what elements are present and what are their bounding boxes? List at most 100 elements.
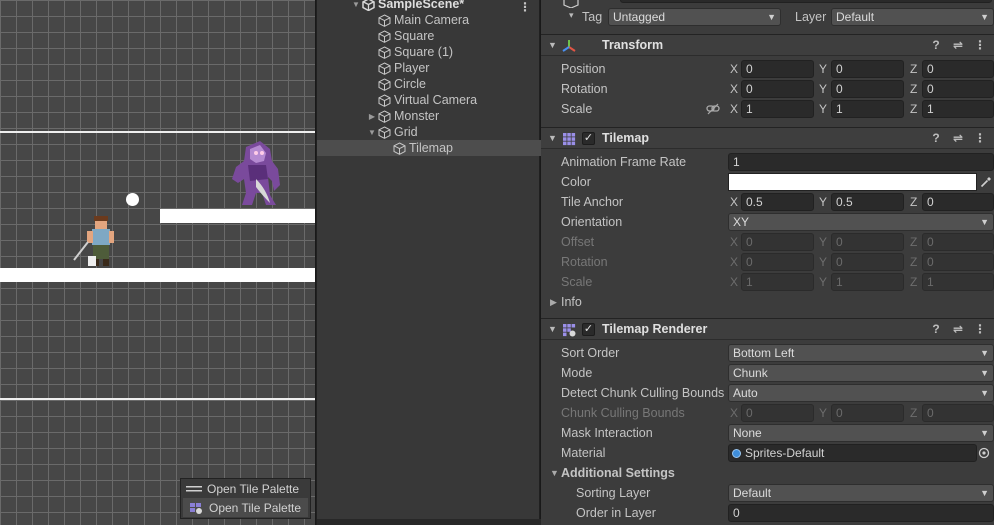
tile-anchor-label: Tile Anchor [561, 195, 624, 209]
order-in-layer-field[interactable]: 0 [728, 504, 994, 522]
expand-arrow-icon[interactable]: ▶ [550, 297, 557, 308]
tilemap-header[interactable]: ▼ ✓ Tilemap ? ⇌ ⋮ [541, 127, 994, 149]
rotation-z-field[interactable]: 0 [922, 80, 994, 98]
monster-sprite[interactable] [226, 139, 286, 209]
chevron-down-icon: ▼ [980, 217, 989, 227]
player-sprite[interactable] [70, 214, 120, 270]
hierarchy-item-label: Player [394, 61, 430, 75]
position-z-field[interactable]: 0 [922, 60, 994, 78]
order-in-layer-label: Order in Layer [576, 506, 656, 520]
expand-arrow-icon[interactable]: ▶ [367, 112, 377, 121]
color-swatch[interactable] [728, 173, 977, 191]
collapse-arrow-icon[interactable]: ▼ [548, 133, 557, 143]
camera-bound-line [0, 398, 315, 400]
panel-divider [317, 519, 541, 525]
help-icon[interactable]: ? [930, 38, 942, 52]
mode-dropdown[interactable]: Chunk ▼ [728, 364, 994, 382]
sort-order-dropdown[interactable]: Bottom Left ▼ [728, 344, 994, 362]
collapse-arrow-icon[interactable]: ▼ [548, 40, 557, 50]
preset-sliders-icon[interactable]: ⇌ [952, 38, 964, 52]
scene-root[interactable]: ▼ SampleScene* [351, 0, 541, 12]
tile-anchor-y-field[interactable]: 0.5 [831, 193, 904, 211]
collapse-arrow-icon[interactable]: ▼ [367, 128, 377, 137]
tile-anchor-x-field[interactable]: 0.5 [741, 193, 814, 211]
tile-palette-overlay[interactable]: Open Tile Palette Open Tile Palette [180, 478, 311, 519]
material-field[interactable]: Sprites-Default [728, 444, 977, 462]
constrain-proportions-link-icon[interactable] [706, 103, 720, 115]
hierarchy-item-label: Grid [394, 125, 418, 139]
axis-x-label: X [730, 102, 739, 116]
tilemap-renderer-header[interactable]: ▼ ✓ Tilemap Renderer ? ⇌ ⋮ [541, 318, 994, 340]
tag-dropdown[interactable]: Untagged ▼ [608, 8, 781, 26]
open-tile-palette-button[interactable]: Open Tile Palette [183, 498, 308, 517]
open-tile-palette-item[interactable]: Open Tile Palette [181, 479, 310, 498]
inspector-panel[interactable]: ▾ Tag Untagged ▼ Layer Default ▼ ▼ Trans… [541, 0, 994, 525]
additional-settings-foldout[interactable]: ▼ Additional Settings [541, 463, 994, 483]
scene-name: SampleScene* [378, 0, 465, 11]
tilemap-renderer-enabled-checkbox[interactable]: ✓ [582, 323, 595, 336]
animation-frame-rate-field[interactable]: 1 [728, 153, 994, 171]
hierarchy-panel[interactable]: ▼ SampleScene* ⋮ Main Camera Square Squa… [316, 0, 541, 525]
tilemap-rotation-z-field: 0 [922, 253, 994, 271]
component-menu-icon[interactable]: ⋮ [974, 131, 986, 145]
info-foldout[interactable]: ▶ Info [541, 292, 994, 312]
order-in-layer-row: Order in Layer 0 [541, 503, 994, 523]
name-field[interactable] [620, 0, 992, 3]
sorting-layer-row: Sorting Layer Default ▼ [541, 483, 994, 503]
platform-square-1[interactable] [160, 209, 315, 223]
chunk-culling-bounds-label: Chunk Culling Bounds [561, 406, 685, 420]
help-icon[interactable]: ? [930, 131, 942, 145]
component-menu-icon[interactable]: ⋮ [974, 38, 986, 52]
orientation-row: Orientation XY ▼ [541, 212, 994, 232]
axis-y-label: Y [819, 275, 828, 289]
help-icon[interactable]: ? [930, 322, 942, 336]
rotation-x-field[interactable]: 0 [741, 80, 814, 98]
hierarchy-item-grid[interactable]: ▼ Grid [317, 124, 541, 140]
position-y-field[interactable]: 0 [831, 60, 904, 78]
transform-header[interactable]: ▼ Transform ? ⇌ ⋮ [541, 34, 994, 56]
orientation-dropdown[interactable]: XY ▼ [728, 213, 994, 231]
tilemap-enabled-checkbox[interactable]: ✓ [582, 132, 595, 145]
hierarchy-item-main-camera[interactable]: Main Camera [317, 12, 541, 28]
hierarchy-item-square[interactable]: Square [317, 28, 541, 44]
sorting-layer-label: Sorting Layer [576, 486, 651, 500]
scene-view[interactable]: Open Tile Palette Open Tile Palette [0, 0, 315, 525]
hierarchy-item-tilemap[interactable]: Tilemap [317, 140, 541, 156]
rotation-y-field[interactable]: 0 [831, 80, 904, 98]
hierarchy-item-circle[interactable]: Circle [317, 76, 541, 92]
detect-chunk-culling-label: Detect Chunk Culling Bounds [561, 386, 725, 400]
gameobject-cube-icon [377, 45, 391, 59]
scale-x-field[interactable]: 1 [741, 100, 814, 118]
hierarchy-item-monster[interactable]: ▶ Monster [317, 108, 541, 124]
platform-square[interactable] [0, 268, 315, 282]
position-label: Position [561, 62, 606, 76]
hierarchy-item-square-1[interactable]: Square (1) [317, 44, 541, 60]
tilemap-rotation-label: Rotation [561, 255, 608, 269]
hierarchy-item-player[interactable]: Player [317, 60, 541, 76]
object-picker-icon[interactable] [978, 447, 990, 459]
hierarchy-item-virtual-camera[interactable]: Virtual Camera [317, 92, 541, 108]
tag-layer-row: Tag Untagged ▼ Layer Default ▼ [541, 7, 994, 27]
tilemap-scale-label: Scale [561, 275, 593, 289]
circle-object[interactable] [126, 193, 139, 206]
position-x-field[interactable]: 0 [741, 60, 814, 78]
preset-sliders-icon[interactable]: ⇌ [952, 131, 964, 145]
rotation-row: Rotation X 0 Y 0 Z 0 [541, 79, 994, 99]
expand-arrow-icon[interactable]: ▼ [351, 0, 361, 9]
layer-dropdown[interactable]: Default ▼ [831, 8, 994, 26]
scale-z-field[interactable]: 1 [922, 100, 994, 118]
collapse-arrow-icon[interactable]: ▼ [550, 468, 559, 478]
scale-y-field[interactable]: 1 [831, 100, 904, 118]
collapse-arrow-icon[interactable]: ▼ [548, 324, 557, 334]
hierarchy-item-label: Circle [394, 77, 426, 91]
sorting-layer-dropdown[interactable]: Default ▼ [728, 484, 994, 502]
mask-interaction-dropdown[interactable]: None ▼ [728, 424, 994, 442]
eyedropper-icon[interactable] [980, 176, 992, 188]
tile-anchor-row: Tile Anchor X 0.5 Y 0.5 Z 0 [541, 192, 994, 212]
axis-x-label: X [730, 275, 739, 289]
detect-chunk-culling-dropdown[interactable]: Auto ▼ [728, 384, 994, 402]
preset-sliders-icon[interactable]: ⇌ [952, 322, 964, 336]
mode-label: Mode [561, 366, 593, 380]
component-menu-icon[interactable]: ⋮ [974, 322, 986, 336]
tile-anchor-z-field[interactable]: 0 [922, 193, 994, 211]
